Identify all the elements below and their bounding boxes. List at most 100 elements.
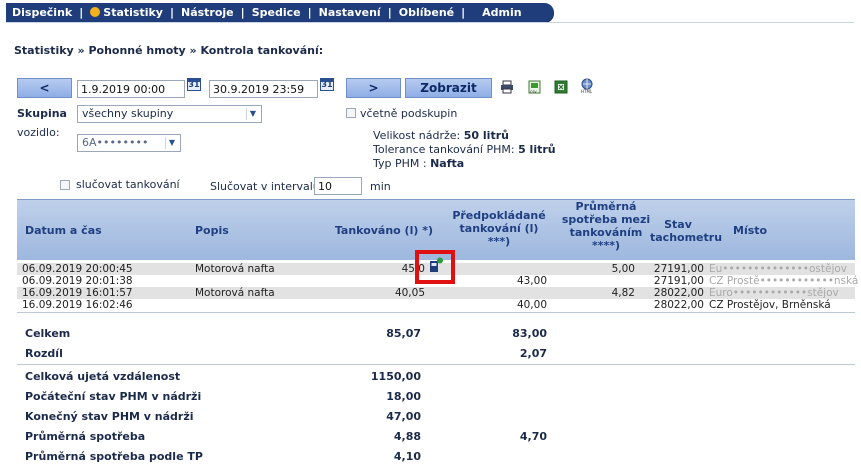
- difference-label: Rozdíl: [25, 347, 63, 360]
- col-refueled[interactable]: Tankováno (l) *): [325, 224, 433, 237]
- summary-label: Celková ujetá vzdálenost: [25, 370, 181, 383]
- cell-avg: 5,00: [611, 263, 635, 275]
- difference-expected: 2,07: [519, 347, 547, 360]
- html-export-icon[interactable]: HTML: [580, 78, 596, 94]
- nav-separator: |: [387, 6, 392, 19]
- nav-separator: |: [461, 6, 466, 19]
- col-expected[interactable]: Předpokládané tankování (l) ***): [450, 209, 548, 248]
- summary-value: 47,00: [386, 410, 421, 423]
- excel-export-icon[interactable]: [554, 80, 568, 94]
- nav-statistiky-label: Statistiky: [103, 6, 163, 19]
- nav-separator: |: [240, 6, 245, 19]
- print-icon[interactable]: [500, 80, 514, 94]
- totals-refueled: 85,07: [386, 327, 421, 340]
- svg-text:HTML: HTML: [581, 89, 593, 94]
- nav-admin[interactable]: Admin: [482, 6, 521, 19]
- vehicle-label: vozidlo:: [17, 126, 60, 139]
- top-nav: Dispečink | Statistiky | Nástroje | Sped…: [6, 3, 554, 22]
- calendar-to-icon[interactable]: 31: [320, 78, 334, 91]
- cell-expected: 43,00: [516, 275, 547, 287]
- group-select-value: všechny skupiny: [82, 107, 174, 120]
- cell-expected: 40,00: [516, 299, 547, 311]
- vehicle-select-value: 6A••••••••: [82, 136, 149, 149]
- nav-nastroje[interactable]: Nástroje: [181, 6, 234, 19]
- cell-avg: 4,82: [611, 287, 635, 299]
- fuel-pump-icon[interactable]: [428, 257, 444, 273]
- summary-label: Průměrná spotřeba: [25, 430, 146, 443]
- summary-value: 4,88: [393, 430, 421, 443]
- nav-dispecink[interactable]: Dispečink: [12, 6, 72, 19]
- merge-interval-unit: min: [370, 180, 391, 193]
- merge-interval-label: Slučovat v intervalu: [210, 180, 320, 193]
- totals-label: Celkem: [25, 327, 71, 340]
- summary-label: Průměrná spotřeba podle TP: [25, 450, 203, 463]
- next-period-button[interactable]: >: [346, 78, 401, 98]
- cell-datetime: 06.09.2019 20:01:38: [22, 275, 133, 287]
- header-divider: [6, 22, 854, 23]
- tolerance-label: Tolerance tankování PHM:: [373, 143, 515, 156]
- nav-separator: |: [307, 6, 312, 19]
- fuel-type-info: Typ PHM : Nafta: [373, 157, 464, 170]
- nav-statistiky[interactable]: Statistiky: [90, 6, 163, 19]
- prev-period-button[interactable]: <: [17, 78, 72, 98]
- merge-interval-input[interactable]: [314, 177, 362, 195]
- cell-place: Euro••••••••••••stějov: [709, 287, 839, 299]
- cell-description: Motorová nafta: [195, 263, 275, 275]
- table-divider: [17, 364, 855, 365]
- nav-separator: |: [79, 6, 84, 19]
- breadcrumb: Statistiky » Pohonné hmoty » Kontrola ta…: [14, 44, 324, 57]
- col-description[interactable]: Popis: [195, 224, 229, 237]
- svg-text:csv: csv: [530, 89, 537, 94]
- totals-expected: 83,00: [512, 327, 547, 340]
- summary-label: Konečný stav PHM v nádrži: [25, 410, 194, 423]
- vehicle-select[interactable]: 6A•••••••• ▼: [77, 134, 181, 152]
- table-row[interactable]: 16.09.2019 16:02:46 40,00 28022,00 CZ Pr…: [17, 299, 855, 311]
- cell-datetime: 16.09.2019 16:02:46: [22, 299, 133, 311]
- fuel-type-label: Typ PHM :: [373, 157, 427, 170]
- tank-size-value: 50 litrů: [463, 129, 509, 142]
- merge-refueling-checkbox[interactable]: [60, 180, 70, 190]
- fuel-type-value: Nafta: [430, 157, 465, 170]
- summary-extra: 4,70: [519, 430, 547, 443]
- merge-refueling-label: slučovat tankování: [76, 178, 180, 191]
- active-dot-icon: [90, 7, 101, 17]
- cell-place: CZ Prostějov, Brněnská: [709, 299, 831, 311]
- show-button[interactable]: Zobrazit: [405, 78, 492, 98]
- cell-place: Eu••••••••••••••ostějov: [709, 263, 848, 275]
- summary-label: Počáteční stav PHM v nádrži: [25, 390, 202, 403]
- col-datetime[interactable]: Datum a čas: [25, 224, 102, 237]
- col-avg-consumption[interactable]: Průměrná spotřeba mezi tankováním ****): [557, 200, 655, 252]
- col-odometer[interactable]: Stav tachometru: [650, 218, 722, 244]
- tank-size-info: Velikost nádrže: 50 litrů: [373, 129, 509, 142]
- subgroups-checkbox[interactable]: [346, 108, 356, 118]
- nav-oblibene[interactable]: Oblíbené: [399, 6, 454, 19]
- tolerance-info: Tolerance tankování PHM: 5 litrů: [373, 143, 556, 156]
- calendar-from-icon[interactable]: 31: [187, 78, 201, 91]
- chevron-down-icon: ▼: [246, 108, 259, 120]
- col-place[interactable]: Místo: [733, 224, 767, 237]
- summary-value: 18,00: [386, 390, 421, 403]
- cell-odometer: 27191,00: [653, 275, 704, 287]
- summary-value: 4,10: [393, 450, 421, 463]
- chevron-down-icon: ▼: [165, 137, 178, 149]
- date-from-input[interactable]: [77, 80, 185, 98]
- date-to-input[interactable]: [209, 80, 318, 98]
- subgroups-label: včetně podskupin: [360, 107, 458, 120]
- cell-place: CZ Prostě••••••••••••nská: [709, 275, 859, 287]
- summary-value: 1150,00: [370, 370, 421, 383]
- table-divider: [17, 312, 855, 313]
- tolerance-value: 5 litrů: [518, 143, 556, 156]
- cell-description: Motorová nafta: [195, 287, 275, 299]
- cell-datetime: 06.09.2019 20:00:45: [22, 263, 133, 275]
- nav-spedice[interactable]: Spedice: [252, 6, 301, 19]
- tank-size-label: Velikost nádrže:: [373, 129, 461, 142]
- table-row[interactable]: 16.09.2019 16:01:57 Motorová nafta 40,05…: [17, 287, 855, 299]
- nav-separator: |: [169, 6, 174, 19]
- cell-odometer: 27191,00: [653, 263, 704, 275]
- cell-odometer: 28022,00: [653, 287, 704, 299]
- cell-datetime: 16.09.2019 16:01:57: [22, 287, 133, 299]
- cell-odometer: 28022,00: [653, 299, 704, 311]
- csv-export-icon[interactable]: csv: [528, 80, 542, 94]
- group-select[interactable]: všechny skupiny ▼: [77, 105, 262, 123]
- nav-nastaveni[interactable]: Nastavení: [319, 6, 381, 19]
